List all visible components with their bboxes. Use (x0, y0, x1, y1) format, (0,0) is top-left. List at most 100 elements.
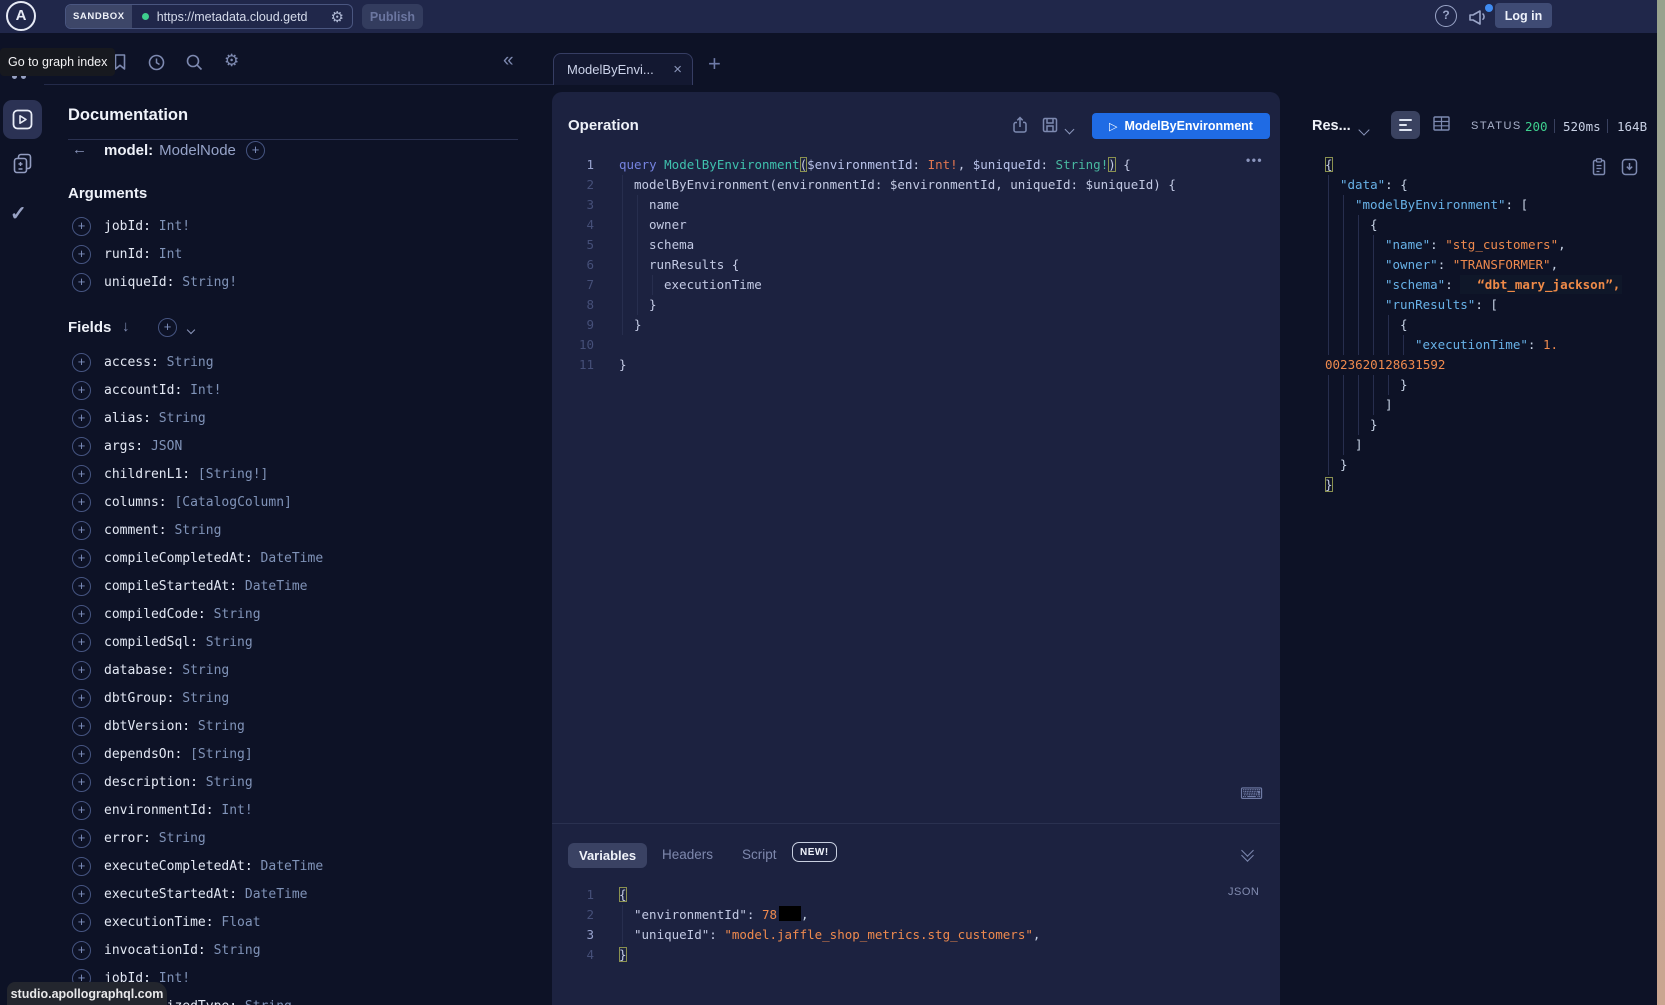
add-field-icon[interactable]: + (72, 689, 91, 708)
variables-editor[interactable]: 1{2"environmentId": 78,3"uniqueId": "mod… (552, 885, 1278, 965)
operation-tab[interactable]: ModelByEnvi... × (553, 53, 693, 85)
doc-field-row[interactable]: +accountId: Int! (44, 376, 530, 404)
add-field-icon[interactable]: + (72, 633, 91, 652)
add-field-icon[interactable]: + (72, 661, 91, 680)
code-line: 9} (552, 315, 1278, 335)
add-field-icon[interactable]: + (72, 521, 91, 540)
endpoint-settings-icon[interactable]: ⚙ (331, 8, 344, 26)
operation-tab-label: ModelByEnvi... (567, 62, 673, 77)
add-field-icon[interactable]: + (72, 381, 91, 400)
doc-field-row[interactable]: +error: String (44, 824, 530, 852)
add-field-icon[interactable]: + (72, 409, 91, 428)
add-field-icon[interactable]: + (72, 245, 91, 264)
doc-field-row[interactable]: +childrenL1: [String!] (44, 460, 530, 488)
add-field-icon[interactable]: + (72, 353, 91, 372)
doc-field-row[interactable]: +args: JSON (44, 432, 530, 460)
add-field-icon[interactable]: + (72, 829, 91, 848)
save-options-chevron-icon[interactable] (1066, 120, 1073, 138)
add-field-icon[interactable]: + (72, 801, 91, 820)
fields-options-chevron-icon[interactable] (188, 320, 194, 338)
endpoint-url-input[interactable]: https://metadata.cloud.getd ⚙ (132, 5, 352, 28)
add-field-icon[interactable]: + (72, 605, 91, 624)
doc-field-row[interactable]: +comment: String (44, 516, 530, 544)
search-icon[interactable] (184, 52, 205, 73)
tab-script[interactable]: Script (742, 847, 777, 862)
save-operation-icon[interactable] (1040, 115, 1060, 135)
add-field-icon[interactable]: + (72, 773, 91, 792)
doc-panel-title: Documentation (68, 106, 188, 125)
sort-fields-icon[interactable]: ↓ (122, 318, 130, 335)
add-field-icon[interactable]: + (72, 493, 91, 512)
response-format-list-button[interactable] (1391, 111, 1420, 139)
doc-field-row[interactable]: +dbtVersion: String (44, 712, 530, 740)
code-line: } (1300, 475, 1656, 495)
tab-headers[interactable]: Headers (662, 847, 713, 862)
variables-divider (552, 823, 1280, 824)
share-operation-icon[interactable] (1010, 115, 1030, 135)
new-tab-icon[interactable]: + (708, 51, 721, 77)
publish-button[interactable]: Publish (362, 4, 423, 29)
add-type-icon[interactable]: + (246, 141, 265, 160)
settings-gear-icon[interactable]: ⚙ (224, 51, 239, 71)
checks-icon[interactable]: ✓ (10, 201, 27, 226)
doc-field-row[interactable]: +alias: String (44, 404, 530, 432)
help-icon[interactable]: ? (1435, 5, 1457, 27)
doc-field-row[interactable]: +access: String (44, 348, 530, 376)
tab-variables[interactable]: Variables (568, 843, 647, 868)
add-field-icon[interactable]: + (72, 273, 91, 292)
doc-field-row[interactable]: +compiledSql: String (44, 628, 530, 656)
doc-field-row[interactable]: +invocationId: String (44, 936, 530, 964)
back-arrow-icon[interactable]: ← (72, 141, 87, 158)
doc-field-row[interactable]: +compileCompletedAt: DateTime (44, 544, 530, 572)
add-field-icon[interactable]: + (72, 913, 91, 932)
add-field-icon[interactable]: + (72, 885, 91, 904)
doc-field-row[interactable]: +database: String (44, 656, 530, 684)
doc-field-row[interactable]: +dbtGroup: String (44, 684, 530, 712)
add-field-icon[interactable]: + (72, 717, 91, 736)
response-duration: 520ms (1563, 119, 1601, 134)
code-line: "executionTime": 1. (1300, 335, 1656, 355)
add-field-icon[interactable]: + (72, 577, 91, 596)
doc-field-row[interactable]: +description: String (44, 768, 530, 796)
query-editor[interactable]: 1query ModelByEnvironment($environmentId… (552, 155, 1278, 375)
doc-field-row[interactable]: +compileStartedAt: DateTime (44, 572, 530, 600)
add-field-icon[interactable]: + (72, 549, 91, 568)
add-all-fields-icon[interactable]: + (158, 318, 177, 337)
doc-field-row[interactable]: +executeStartedAt: DateTime (44, 880, 530, 908)
close-tab-icon[interactable]: × (673, 61, 682, 78)
doc-field-row[interactable]: +environmentId: Int! (44, 796, 530, 824)
left-icon-sidebar: ✓ (0, 33, 44, 1005)
doc-field-row[interactable]: +columns: [CatalogColumn] (44, 488, 530, 516)
doc-type-name[interactable]: ModelNode (159, 142, 236, 159)
meta-divider2 (1607, 119, 1608, 133)
doc-field-row[interactable]: +executeCompletedAt: DateTime (44, 852, 530, 880)
collapse-panel-icon[interactable]: « (503, 50, 514, 72)
doc-field-row[interactable]: +uniqueId: String! (44, 268, 530, 296)
doc-field-row[interactable]: +jobId: Int! (44, 212, 530, 240)
code-line: { (1300, 215, 1656, 235)
add-field-icon[interactable]: + (72, 941, 91, 960)
doc-field-row[interactable]: +compiledCode: String (44, 600, 530, 628)
collapse-variables-icon[interactable] (1243, 846, 1252, 860)
schema-diff-icon[interactable] (11, 152, 34, 175)
add-field-icon[interactable]: + (72, 745, 91, 764)
login-button[interactable]: Log in (1495, 3, 1552, 28)
code-line: 3"uniqueId": "model.jaffle_shop_metrics.… (552, 925, 1278, 945)
run-history-icon[interactable] (146, 52, 167, 73)
add-field-icon[interactable]: + (72, 437, 91, 456)
apollo-logo-icon[interactable]: A (6, 1, 36, 31)
response-format-table-icon[interactable] (1433, 115, 1450, 132)
add-field-icon[interactable]: + (72, 217, 91, 236)
doc-field-row[interactable]: +runId: Int (44, 240, 530, 268)
keyboard-shortcuts-icon[interactable]: ⌨ (1240, 784, 1263, 804)
add-field-icon[interactable]: + (72, 857, 91, 876)
doc-field-row[interactable]: +dependsOn: [String] (44, 740, 530, 768)
code-line: 7executionTime (552, 275, 1278, 295)
explorer-tab-active[interactable] (3, 100, 42, 139)
code-line: ] (1300, 435, 1656, 455)
response-options-chevron-icon[interactable] (1360, 121, 1368, 139)
code-line: 0023620128631592 (1300, 355, 1656, 375)
add-field-icon[interactable]: + (72, 465, 91, 484)
run-operation-button[interactable]: ▷ModelByEnvironment (1092, 113, 1270, 139)
doc-field-row[interactable]: +executionTime: Float (44, 908, 530, 936)
